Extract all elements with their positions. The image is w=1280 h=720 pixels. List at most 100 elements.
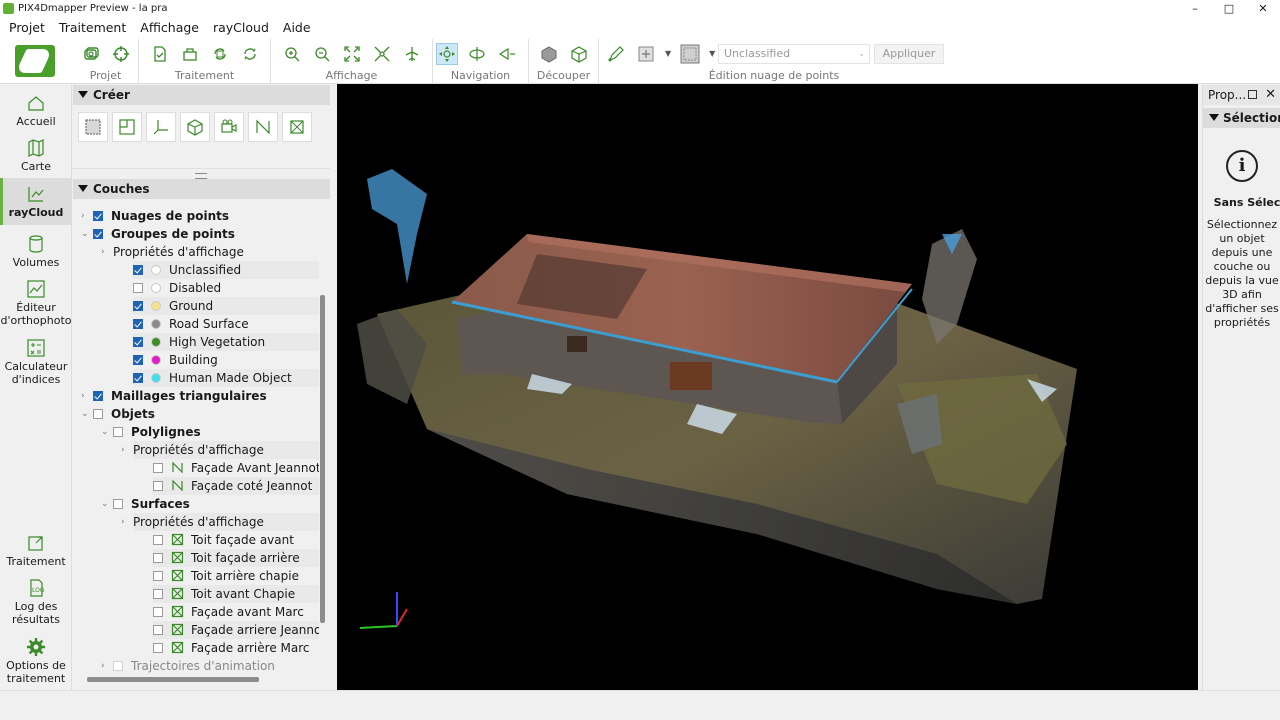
clip-box-icon[interactable] — [538, 43, 560, 65]
layer-checkbox[interactable] — [133, 301, 143, 311]
layer-row[interactable]: Façade coté Jeannot — [153, 477, 319, 495]
create-polyline-icon[interactable] — [248, 112, 278, 142]
chevron-right-icon[interactable]: › — [81, 207, 85, 225]
zoom-in-icon[interactable] — [281, 43, 303, 65]
layer-checkbox[interactable] — [133, 373, 143, 383]
nav-processing-options[interactable]: Options de traitement — [0, 637, 72, 689]
layer-checkbox[interactable] — [113, 661, 123, 671]
layers-section-header[interactable]: Couches — [73, 179, 330, 199]
layer-checkbox[interactable] — [113, 427, 123, 437]
layer-row[interactable]: Toit façade avant — [153, 531, 319, 549]
reprocess-icon[interactable] — [209, 43, 231, 65]
create-rectangle-icon[interactable] — [78, 112, 108, 142]
layer-checkbox[interactable] — [153, 643, 163, 653]
menu-traitement[interactable]: Traitement — [52, 17, 133, 39]
chevron-right-icon[interactable]: › — [101, 657, 105, 675]
tree-vertical-scrollbar[interactable] — [319, 207, 327, 677]
fly-to-icon[interactable] — [401, 43, 423, 65]
chevron-down-icon[interactable]: ⌄ — [81, 225, 89, 243]
selection-shape-dropdown-icon[interactable]: ▼ — [709, 43, 715, 65]
apply-button[interactable]: Appliquer — [874, 44, 944, 64]
layer-checkbox[interactable] — [93, 409, 103, 419]
tree-scroll-thumb[interactable] — [320, 295, 325, 623]
chevron-right-icon[interactable]: › — [81, 387, 85, 405]
first-person-icon[interactable] — [466, 43, 488, 65]
create-plane-icon[interactable] — [112, 112, 142, 142]
float-panel-icon[interactable] — [1248, 90, 1257, 99]
gcp-manager-icon[interactable] — [110, 43, 132, 65]
layer-checkbox[interactable] — [133, 337, 143, 347]
panel-splitter[interactable] — [73, 168, 330, 179]
layer-row[interactable]: Façade Avant Jeannot — [153, 459, 319, 477]
chevron-down-icon[interactable]: ⌄ — [101, 423, 109, 441]
layer-row[interactable]: Façade arrière Marc — [153, 639, 319, 657]
layer-row[interactable]: ⌄ Surfaces — [101, 495, 319, 513]
layer-row[interactable]: › Nuages de points — [81, 207, 319, 225]
layer-row[interactable]: Façade avant Marc — [153, 603, 319, 621]
layer-row[interactable]: Ground — [133, 297, 319, 315]
layer-checkbox[interactable] — [153, 589, 163, 599]
menu-projet[interactable]: Projet — [2, 17, 52, 39]
chevron-right-icon[interactable]: › — [121, 513, 125, 531]
layer-checkbox[interactable] — [153, 463, 163, 473]
point-cloud-render[interactable] — [337, 84, 1198, 690]
nav-accueil[interactable]: Accueil — [0, 93, 72, 137]
create-video-icon[interactable] — [214, 112, 244, 142]
layer-row[interactable]: Toit façade arrière — [153, 549, 319, 567]
layer-row[interactable]: High Vegetation — [133, 333, 319, 351]
layer-checkbox[interactable] — [153, 625, 163, 635]
chevron-right-icon[interactable]: › — [101, 243, 105, 261]
open-processing-icon[interactable] — [179, 43, 201, 65]
layer-row[interactable]: ⌄ Objets — [81, 405, 319, 423]
layer-checkbox[interactable] — [153, 481, 163, 491]
layer-row[interactable]: › Trajectoires d'animation — [101, 657, 319, 675]
layer-checkbox[interactable] — [153, 607, 163, 617]
edit-box-icon[interactable] — [568, 43, 590, 65]
layer-checkbox[interactable] — [153, 571, 163, 581]
layer-row[interactable]: Disabled — [133, 279, 319, 297]
layer-row[interactable]: › Maillages triangulaires — [81, 387, 319, 405]
layer-row[interactable]: Façade arriere Jeannot — [153, 621, 319, 639]
chevron-down-icon[interactable]: ⌄ — [101, 495, 109, 513]
layer-checkbox[interactable] — [93, 211, 103, 221]
layer-checkbox[interactable] — [133, 283, 143, 293]
trackball-icon[interactable] — [436, 43, 458, 65]
nav-carte[interactable]: Carte — [0, 138, 72, 182]
minimize-button[interactable]: – — [1178, 0, 1212, 17]
nav-raycloud[interactable]: rayCloud — [0, 178, 72, 225]
layer-checkbox[interactable] — [93, 229, 103, 239]
selection-shape-icon[interactable] — [679, 43, 701, 65]
class-select[interactable]: Unclassified ⌄ — [718, 44, 870, 64]
zoom-out-icon[interactable] — [311, 43, 333, 65]
layer-checkbox[interactable] — [113, 499, 123, 509]
layer-row[interactable]: ⌄ Groupes de points — [81, 225, 319, 243]
processing-options-icon[interactable] — [149, 43, 171, 65]
layer-checkbox[interactable] — [153, 535, 163, 545]
layer-row[interactable]: Human Made Object — [133, 369, 319, 387]
menu-raycloud[interactable]: rayCloud — [206, 17, 276, 39]
reoptimize-icon[interactable] — [239, 43, 261, 65]
layer-row[interactable]: Toit arrière chapie — [153, 567, 319, 585]
create-volume-icon[interactable] — [180, 112, 210, 142]
layer-row[interactable]: Toit avant Chapie — [153, 585, 319, 603]
layer-row[interactable]: Road Surface — [133, 315, 319, 333]
layer-checkbox[interactable] — [133, 319, 143, 329]
layer-checkbox[interactable] — [133, 265, 143, 275]
project-images-icon[interactable] — [80, 43, 102, 65]
chevron-right-icon[interactable]: › — [121, 441, 125, 459]
chevron-down-icon[interactable]: ⌄ — [81, 405, 89, 423]
layer-checkbox[interactable] — [133, 355, 143, 365]
zoom-selection-icon[interactable] — [371, 43, 393, 65]
edit-densified-icon[interactable] — [605, 43, 627, 65]
layer-row[interactable]: › Propriétés d'affichage — [101, 243, 319, 261]
close-panel-icon[interactable]: ✕ — [1265, 85, 1276, 105]
nav-orthophoto-editor[interactable]: Éditeur d'orthophoto — [0, 279, 72, 331]
nav-index-calculator[interactable]: Calculateur d'indices — [0, 338, 72, 390]
layer-checkbox[interactable] — [153, 553, 163, 563]
menu-affichage[interactable]: Affichage — [133, 17, 206, 39]
nav-traitement[interactable]: Traitement — [0, 533, 72, 573]
perspective-icon[interactable] — [496, 43, 518, 65]
zoom-all-icon[interactable] — [341, 43, 363, 65]
close-button[interactable]: ✕ — [1246, 0, 1280, 17]
nav-volumes[interactable]: Volumes — [0, 234, 72, 274]
